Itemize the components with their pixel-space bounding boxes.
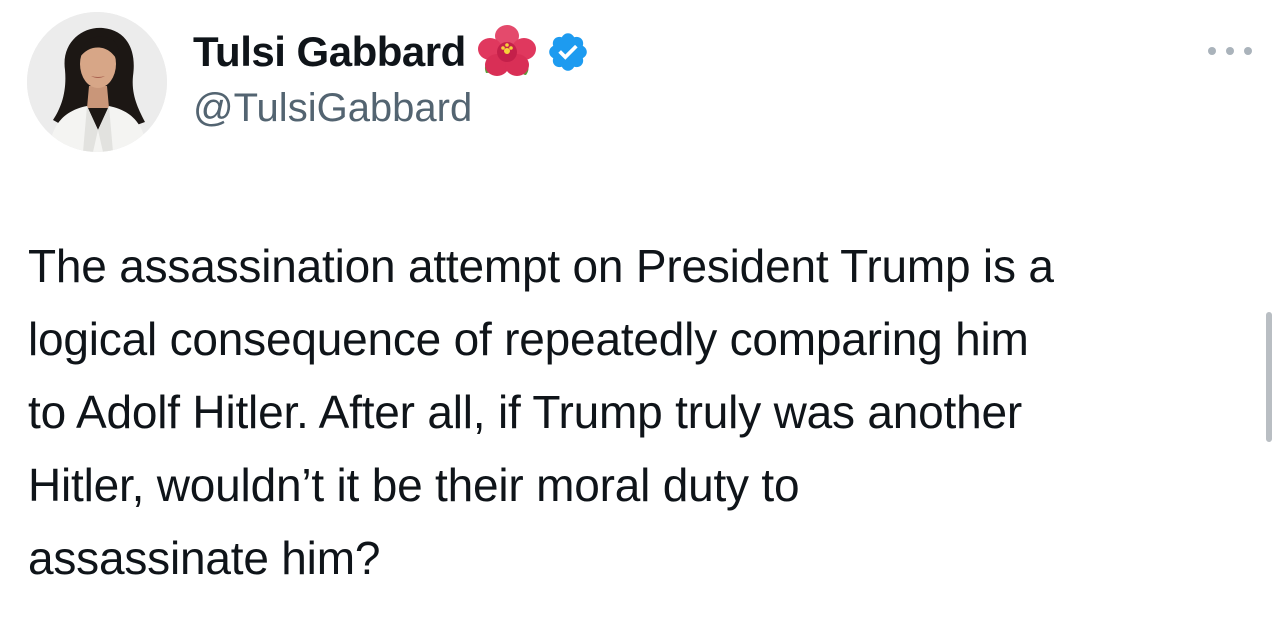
more-dot — [1244, 47, 1252, 55]
more-dot — [1208, 47, 1216, 55]
more-dot — [1226, 47, 1234, 55]
avatar-photo — [27, 12, 167, 152]
scrollbar[interactable] — [1266, 312, 1272, 442]
tweet-text: The assassination attempt on President T… — [28, 240, 1054, 584]
verified-badge-icon[interactable] — [546, 30, 590, 74]
more-options-icon[interactable] — [1208, 38, 1252, 64]
author-handle[interactable]: @TulsiGabbard — [193, 86, 472, 131]
avatar[interactable] — [27, 12, 167, 152]
hibiscus-flower-icon — [477, 25, 536, 76]
author-display-name[interactable]: Tulsi Gabbard — [193, 28, 466, 76]
author-name-row: Tulsi Gabbard — [193, 25, 590, 78]
